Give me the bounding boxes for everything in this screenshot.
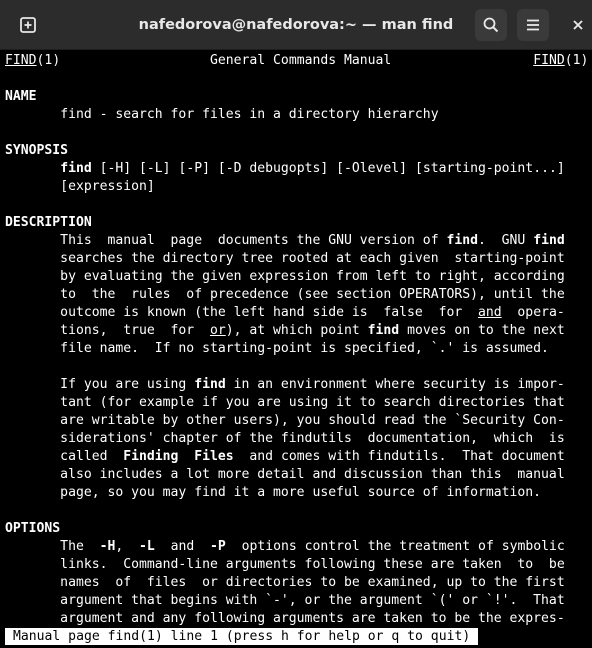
options-line: names of files or directories to be exam… [5,575,565,590]
description-line: tions, true for or), at which point find… [5,323,565,338]
description-line: outcome is known (the left hand side is … [5,305,565,320]
new-tab-icon [20,17,36,33]
name-heading: NAME [5,89,37,104]
close-icon [573,20,583,30]
header-right-section: (1) [564,53,589,68]
new-tab-button[interactable] [12,9,44,41]
description-line: by evaluating the given expression from … [5,269,565,284]
options-line: argument and any following arguments are… [5,611,565,626]
header-left-name: FIND [5,53,37,68]
name-line: find - search for files in a directory h… [60,107,439,122]
options-line: links. Command-line arguments following … [5,557,565,572]
terminal-content[interactable]: FIND(1) General Commands Manual FIND(1) … [0,51,592,648]
description-line: This manual page documents the GNU versi… [5,233,565,248]
description-line: called Finding Files and comes with find… [5,449,565,464]
options-heading: OPTIONS [5,521,61,536]
description-line: siderations' chapter of the findutils do… [5,431,565,446]
synopsis-heading: SYNOPSIS [5,143,69,158]
close-button[interactable] [564,9,592,41]
options-line: The -H, -L and -P options control the tr… [5,539,565,554]
synopsis-line: find [-H] [-L] [-P] [-D debugopts] [-Ole… [60,161,565,176]
options-line: argument that begins with `-', or the ar… [5,593,565,608]
header-right-name: FIND [533,53,565,68]
description-line: to the rules of precedence (see section … [5,287,565,302]
man-page-text: FIND(1) General Commands Manual FIND(1) … [5,52,592,628]
title-bar: nafedorova@nafedorova:~ — man find [0,0,592,50]
description-line: If you are using find in an environment … [5,377,565,392]
header-left-section: (1) [36,53,61,68]
man-header: FIND(1) General Commands Manual FIND(1) [5,52,592,70]
terminal-window: nafedorova@nafedorova:~ — man find FIND(… [0,0,592,648]
search-icon [483,17,499,33]
header-center: General Commands Manual [209,53,392,68]
description-line: tant (for example if you are using it to… [5,395,565,410]
synopsis-line-2: [expression] [60,179,155,194]
description-line: searches the directory tree rooted at ea… [5,251,565,266]
pager-status-line: Manual page find(1) line 1 (press h for … [5,628,479,645]
description-line: are writable by other users), you should… [5,413,565,428]
description-line: file name. If no starting-point is speci… [5,341,549,356]
description-heading: DESCRIPTION [5,215,92,230]
menu-button[interactable] [517,9,549,41]
description-line: also includes a lot more detail and disc… [5,467,565,482]
description-line: page, so you may find it a more useful s… [5,485,542,500]
hamburger-menu-icon [527,19,539,31]
search-button[interactable] [475,9,507,41]
